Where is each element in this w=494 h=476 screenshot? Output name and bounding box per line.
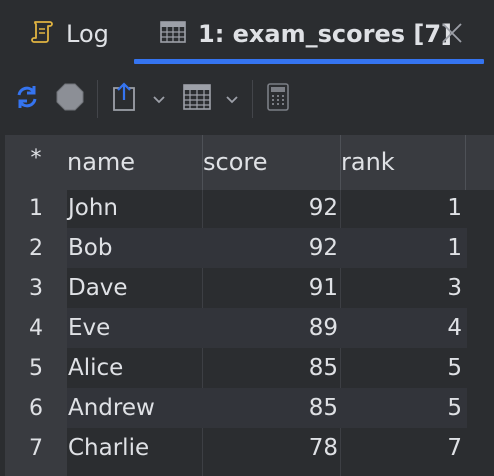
stop-button[interactable] [52,68,88,130]
active-tab-indicator [134,59,484,64]
grid-view-icon [183,84,211,114]
tab-bar: Log 1: exam_scores [7] [0,0,494,68]
cell-score[interactable]: 91 [206,268,338,308]
cell-name[interactable]: Alice [68,348,198,388]
calculator-icon [267,83,289,115]
cell-rank[interactable]: 3 [344,268,462,308]
tab-exam-scores-label: 1: exam_scores [7] [198,20,453,48]
column-header-row: name score rank [67,135,494,190]
select-all-corner[interactable]: * [5,135,67,190]
scroll-icon [30,19,54,49]
calculator-button[interactable] [262,68,294,130]
cell-score[interactable]: 89 [206,308,338,348]
cell-name[interactable]: John [68,188,198,228]
row-number: 1 [29,196,43,221]
cell-rank[interactable]: 1 [344,188,462,228]
cell-name[interactable]: Dave [68,268,198,308]
table-row[interactable]: 2 Bob 92 1 [0,228,494,268]
export-icon [111,82,137,116]
table-row[interactable]: 6 Andrew 85 5 [0,388,494,428]
cell-rank[interactable]: 7 [344,428,462,468]
tab-log-label: Log [66,20,109,48]
cell-score[interactable]: 92 [206,188,338,228]
toolbar-separator [252,80,253,118]
refresh-button[interactable] [8,68,46,130]
column-header-score[interactable]: score [203,135,341,190]
cell-score[interactable]: 85 [206,388,338,428]
chevron-down-icon [225,90,239,109]
cell-name[interactable]: Andrew [68,388,198,428]
table-row[interactable]: 5 Alice 85 5 [0,348,494,388]
row-number: 4 [29,316,43,341]
toolbar-separator [97,80,98,118]
cell-rank[interactable]: 4 [344,308,462,348]
row-number: 5 [29,356,43,381]
table-row[interactable]: 7 Charlie 78 7 [0,428,494,468]
refresh-icon [13,83,41,115]
tab-log[interactable]: Log [30,0,109,68]
close-icon[interactable] [440,18,464,48]
toolbar [0,68,494,130]
cell-rank[interactable]: 1 [344,228,462,268]
table-row[interactable]: 1 John 92 1 [0,188,494,228]
row-number: 6 [29,396,43,421]
cell-name[interactable]: Eve [68,308,198,348]
row-number: 3 [29,276,43,301]
chevron-down-icon [152,90,166,109]
cell-rank[interactable]: 5 [344,348,462,388]
table-row[interactable]: 4 Eve 89 4 [0,308,494,348]
table-row[interactable]: 3 Dave 91 3 [0,268,494,308]
export-button[interactable] [108,68,140,130]
stop-icon [55,82,85,116]
cell-score[interactable]: 78 [206,428,338,468]
grid-view-dropdown[interactable] [221,68,243,130]
data-grid: name score rank * 1 John 92 1 2 Bob 92 1… [0,130,494,476]
tab-exam-scores[interactable]: 1: exam_scores [7] [160,0,452,68]
row-number: 7 [29,436,43,461]
cell-score[interactable]: 92 [206,228,338,268]
export-dropdown[interactable] [148,68,170,130]
row-number: 2 [29,236,43,261]
table-icon [160,20,186,48]
cell-name[interactable]: Bob [68,228,198,268]
cell-rank[interactable]: 5 [344,388,462,428]
column-header-rank[interactable]: rank [341,135,466,190]
cell-name[interactable]: Charlie [68,428,198,468]
column-header-name[interactable]: name [67,135,203,190]
cell-score[interactable]: 85 [206,348,338,388]
grid-view-button[interactable] [180,68,214,130]
